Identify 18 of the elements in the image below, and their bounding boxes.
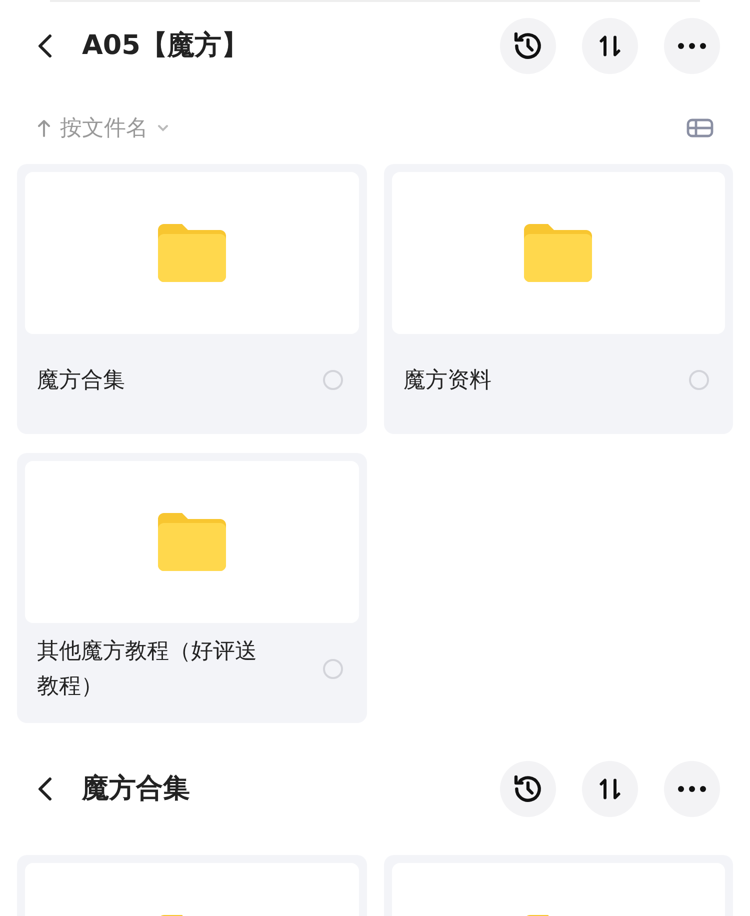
folder-icon — [158, 513, 226, 571]
more-icon — [677, 42, 707, 50]
view-toggle-icon[interactable] — [686, 118, 714, 138]
folder-name: 其他魔方教程（好评送教程） — [37, 638, 258, 701]
folder-icon — [524, 224, 592, 282]
folder-card[interactable]: 其他魔方教程（好评送教程） — [17, 453, 366, 723]
arrow-up-icon — [36, 118, 52, 138]
folder-card[interactable]: 魔方资料 — [384, 164, 733, 434]
folder-name: 魔方资料 — [404, 366, 492, 394]
chevron-down-icon — [156, 123, 170, 133]
folder-card[interactable]: 魔方合集 — [17, 164, 366, 434]
history-icon — [512, 773, 544, 805]
folder-icon — [158, 224, 226, 282]
more-icon — [677, 785, 707, 793]
folder-title: A05【魔方】 — [82, 28, 248, 63]
history-icon — [512, 30, 544, 62]
folder-name: 魔方合集 — [37, 366, 126, 394]
folder-title: 魔方合集 — [82, 772, 190, 806]
